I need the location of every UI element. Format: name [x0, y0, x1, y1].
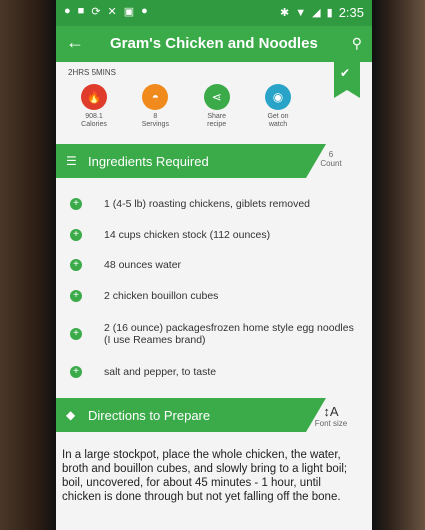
stat-servings: ◓ 8 Servings [127, 84, 183, 129]
directions-header: ◆ Directions to Prepare [56, 398, 326, 432]
status-bar: ● ■ ⟳ ✕ ▣ ● ✱ ▼ ◢ ▮ 2:35 [56, 0, 372, 26]
ingredient-text: 14 cups chicken stock (112 ounces) [104, 229, 271, 241]
ingredients-header: ☰ Ingredients Required [56, 144, 326, 178]
stat-calories: 🔥 908.1 Calories [66, 84, 122, 129]
count-value: 6 [328, 150, 334, 159]
app-icon: ● [141, 5, 148, 17]
phone-screen: ● ■ ⟳ ✕ ▣ ● ✱ ▼ ◢ ▮ 2:35 ← Gram's Chicke… [56, 0, 372, 530]
stat-label: Servings [141, 121, 169, 128]
plus-icon[interactable]: + [70, 366, 82, 378]
page-title: Gram's Chicken and Noodles [110, 35, 318, 52]
tools-icon: ✕ [107, 6, 117, 18]
share-recipe-button[interactable]: ⋖ Share recipe [189, 84, 245, 129]
stat-value: 8 [153, 113, 158, 120]
share-icon[interactable]: ⋖ [203, 84, 230, 110]
battery-icon: ▮ [326, 7, 333, 19]
stat-value: Share [207, 113, 226, 120]
plus-icon[interactable]: + [70, 290, 82, 302]
stat-label: Calories [81, 121, 107, 128]
phone-bezel-right [372, 0, 425, 530]
count-label: Count [320, 159, 342, 168]
bookmark-icon[interactable]: ✔ [334, 62, 360, 98]
directions-text: In a large stockpot, place the whole chi… [62, 449, 348, 503]
get-on-watch-button[interactable]: ◉ Get on watch [250, 84, 306, 129]
notification-icon: ● [64, 5, 71, 17]
ingredient-text: 48 ounces water [104, 259, 182, 271]
back-arrow-icon[interactable]: ← [66, 32, 84, 53]
plus-icon[interactable]: + [70, 259, 82, 271]
ingredient-count: 6 Count [306, 150, 356, 168]
plus-icon[interactable]: + [70, 229, 82, 241]
total-time: 2HRS 5MINS [68, 68, 117, 77]
lock-icon: ▣ [123, 6, 135, 18]
signal-icon: ◢ [312, 7, 321, 19]
stat-label: recipe [207, 121, 227, 128]
wifi-icon: ▼ [295, 6, 307, 19]
plus-icon[interactable]: + [70, 198, 82, 210]
app-bar: ← Gram's Chicken and Noodles ⚲ [56, 26, 372, 62]
sync-icon: ⟳ [91, 6, 101, 18]
font-size-label: Font size [314, 419, 348, 428]
stat-label: watch [268, 121, 288, 128]
ingredient-text: 2 (16 ounce) packagesfrozen home style e… [104, 322, 354, 346]
message-icon: ■ [77, 5, 85, 17]
diamond-icon: ◆ [66, 408, 76, 422]
phone-bezel-left [0, 0, 56, 530]
stat-value: Get on [267, 113, 289, 120]
watch-icon[interactable]: ◉ [264, 84, 291, 110]
stat-value: 908.1 [85, 113, 103, 120]
font-size-icon[interactable]: ↕A [306, 404, 356, 419]
ingredients-title: Ingredients Required [88, 154, 209, 169]
ingredient-text: 2 chicken bouillon cubes [104, 290, 219, 302]
ingredient-text: 1 (4-5 lb) roasting chickens, giblets re… [104, 198, 311, 210]
dish-icon: ◓ [142, 84, 169, 110]
list-icon: ☰ [66, 154, 77, 168]
directions-title: Directions to Prepare [88, 408, 211, 423]
search-icon[interactable]: ⚲ [352, 35, 362, 52]
status-time: 2:35 [338, 5, 364, 20]
recipe-stats: 🔥 908.1 Calories ◓ 8 Servings ⋖ Share recip… [66, 84, 306, 129]
font-size-button[interactable]: ↕A Font size [306, 404, 356, 428]
bluetooth-icon: ✱ [280, 7, 290, 19]
ingredient-text: salt and pepper, to taste [104, 366, 217, 378]
plus-icon[interactable]: + [70, 328, 82, 340]
flame-icon: 🔥 [81, 84, 107, 110]
